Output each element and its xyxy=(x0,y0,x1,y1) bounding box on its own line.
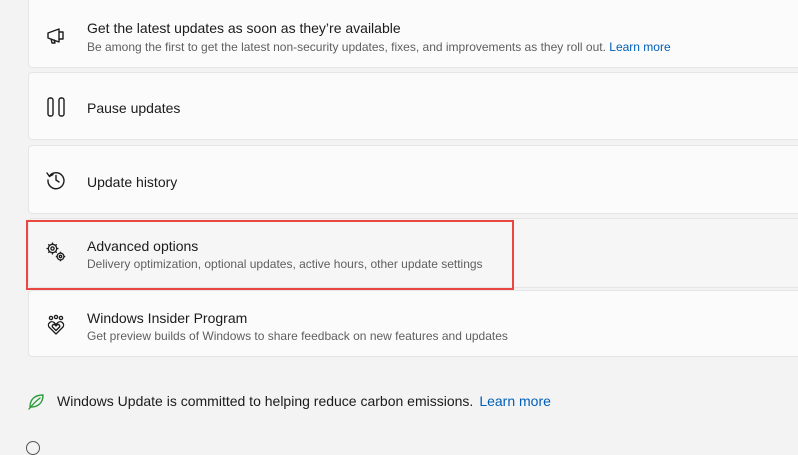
insider-hearts-icon xyxy=(45,314,67,336)
leaf-icon xyxy=(26,391,46,411)
insider-program-card[interactable]: Windows Insider Program Get preview buil… xyxy=(28,290,798,357)
insider-program-description: Get preview builds of Windows to share f… xyxy=(87,329,508,343)
carbon-footer: Windows Update is committed to helping r… xyxy=(26,391,551,411)
megaphone-icon xyxy=(45,25,67,47)
pause-updates-title: Pause updates xyxy=(87,100,181,116)
advanced-options-description: Delivery optimization, optional updates,… xyxy=(87,257,483,271)
update-history-title: Update history xyxy=(87,174,178,190)
latest-updates-card[interactable]: Get the latest updates as soon as they’r… xyxy=(28,0,798,68)
update-history-card[interactable]: Update history xyxy=(28,145,798,214)
pause-updates-card[interactable]: Pause updates xyxy=(28,72,798,140)
partial-help-icon xyxy=(26,441,40,455)
carbon-footer-text: Windows Update is committed to helping r… xyxy=(57,393,474,409)
history-icon xyxy=(45,169,67,191)
insider-program-title: Windows Insider Program xyxy=(87,310,248,326)
advanced-options-card[interactable]: Advanced options Delivery optimization, … xyxy=(28,218,798,288)
latest-updates-description: Be among the first to get the latest non… xyxy=(87,40,671,54)
gears-icon xyxy=(45,241,67,263)
advanced-options-title: Advanced options xyxy=(87,238,199,254)
latest-updates-learn-more-link[interactable]: Learn more xyxy=(609,40,670,54)
latest-updates-title: Get the latest updates as soon as they’r… xyxy=(87,20,401,36)
latest-updates-description-text: Be among the first to get the latest non… xyxy=(87,40,606,54)
carbon-learn-more-link[interactable]: Learn more xyxy=(479,393,551,409)
pause-icon xyxy=(45,96,67,118)
